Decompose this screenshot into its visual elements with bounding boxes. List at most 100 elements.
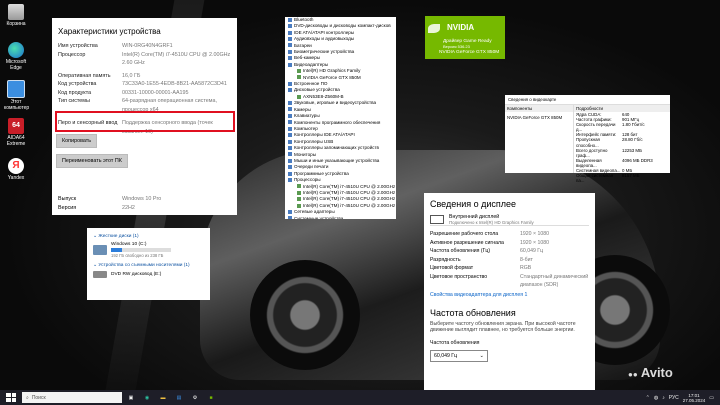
category-icon [288,81,292,86]
device-icon [297,197,301,202]
device-label: Встроенное ПО [294,81,328,87]
device-category[interactable]: Системные устройства [285,216,396,219]
chevron-down-icon: ⌄ [479,352,484,359]
detail-value: 4096 МБ DDR3 [622,157,653,163]
device-icon [297,75,301,80]
task-view-icon[interactable]: ▣ [124,392,138,403]
video-detail-row: Выделенная видеопа... 4096 МБ DDR3 [574,158,670,168]
spec-value: 00331-10000-00001-AA195 [122,89,189,96]
detail-value: 1920 × 1080 [520,239,549,246]
settings-taskbar-icon[interactable]: ⚙ [188,392,202,403]
volume-icon[interactable]: ♪ [662,395,665,401]
windows-specs-rows: Выпуск Windows 10 Pro Версия 22H2 [52,195,237,215]
dvd-name: DVD RW дисковод (E:) [111,272,162,277]
device-label: Очереди печати [294,164,329,170]
category-icon [288,37,292,41]
video-detail-row: Пропускная способно... 28.80 Гб/с [574,137,670,147]
drive-name: Windows 10 (C:) [111,242,147,247]
display-detail-row: Частота обновления (Гц) 60,049 Гц [424,247,595,256]
detail-key: Разрядность [430,256,461,263]
drive-free: 192 ГБ свободно из 238 ГБ [111,253,164,258]
drive-c[interactable]: Windows 10 (C:) 192 ГБ свободно из 238 Г… [87,239,210,261]
spec-value: WIN-0RG40N4GRF1 [122,43,173,49]
device-label: Intel(R) Core(TM) i7-4510U CPU @ 2.00GHz [303,189,396,195]
taskbar: ⌕ Поиск ▣ ◉ ▬ ▤ ⚙ ■ ⌃ ◍ ♪ РУС 17:01 27.05… [0,390,720,405]
category-icon [288,139,292,144]
spec-key: Оперативная память [58,72,111,79]
chevron-up-icon[interactable]: ⌃ [646,395,650,401]
video-info-title: Сведения о видеокарте [505,95,670,105]
desktop-icon-aida64[interactable]: 64 AIDA64 Extreme [4,118,28,147]
copy-button[interactable]: Копировать [56,134,98,148]
detail-value: 8-бит [520,256,533,263]
refresh-rate-select[interactable]: 60,049 Гц ⌄ [430,349,488,362]
watermark-text: Avito [640,365,673,380]
detail-key: Цветовое пространство [430,273,488,280]
desktop-icon-edge[interactable]: Microsoft Edge [4,42,28,71]
category-icon [288,30,292,35]
store-taskbar-icon[interactable]: ▤ [172,392,186,403]
video-card-info-window: Сведения о видеокарте Компоненты NVIDIA … [505,95,670,183]
spec-row: Процессор Intel(R) Core(TM) i7-4510U CPU … [52,51,237,68]
edge-taskbar-icon[interactable]: ◉ [140,392,154,403]
language-indicator[interactable]: РУС [669,395,679,401]
category-icon [288,24,292,29]
removable-section-header[interactable]: ⌄ Устройства со съемными носителями (1) [87,261,210,268]
nvidia-brand: NVIDIA [447,23,475,32]
rename-pc-button[interactable]: Переименовать этот ПК [56,154,128,168]
device-label: Биометрические устройства [294,49,355,55]
video-detail-row: Скорость передачи д... 1.80 Гбит/с [574,122,670,132]
category-icon [288,107,292,112]
search-box[interactable]: ⌕ Поиск [22,392,122,403]
recycle-bin-icon [8,4,24,20]
component-item[interactable]: NVIDIA GeForce GTX 850M [505,112,573,123]
start-button[interactable] [6,393,16,402]
device-label: Звуковые, игровые и видеоустройства [294,100,377,106]
display-detail-row: Разрешение рабочего стола 1920 × 1080 [424,230,595,239]
device-icon [297,190,301,195]
device-label: Сетевые адаптеры [294,209,335,215]
hdd-header-text: Жесткие диски (1) [98,234,139,239]
detail-key: Разрешение рабочего стола [430,231,499,237]
clock[interactable]: 17:01 27.05.2024 [683,393,706,403]
desktop-icon-label: Yandex [7,175,25,181]
category-icon [288,152,292,157]
device-label: AXN53E8-Z560M-B [303,93,344,99]
detail-value: Стандартный динамический диапазон (SDR) [520,273,589,289]
notifications-icon[interactable]: ▭ [709,395,714,401]
desktop-icon-yandex[interactable]: Я Yandex [4,158,28,181]
search-icon: ⌕ [26,394,29,401]
display-info-window: Сведения о дисплее Внутренний дисплей По… [424,193,595,390]
device-specs-title: Характеристики устройства [58,27,161,36]
network-icon[interactable]: ◍ [654,395,658,401]
spec-value: 73C33A0-1E55-4EDB-8B21-AA5872C3D41 [122,81,227,87]
drive-dvd[interactable]: DVD RW дисковод (E:) [87,268,210,281]
display-sub: Подключено к Intel(R) HD Graphics Family [449,219,534,225]
device-label: IDE ATA/ATAPI контроллеры [294,29,355,35]
spec-row: Версия 22H2 [52,204,237,213]
display-selector[interactable]: Внутренний дисплей Подключено к Intel(R)… [430,213,589,226]
wallpaper-wheel [250,260,360,370]
device-icon [297,203,301,208]
hdd-section-header[interactable]: ⌄ Жесткие диски (1) [87,228,210,239]
drive-usage-fill [111,248,123,252]
desktop-icon-computer[interactable]: Этот компьютер [4,80,30,111]
drive-icon [93,245,107,255]
display-info-title: Сведения о дисплее [430,199,517,209]
removable-header-text: Устройства со съемными носителями (1) [98,263,190,268]
explorer-taskbar-icon[interactable]: ▬ [156,392,170,403]
detail-value: RGB [520,265,532,271]
nvidia-banner: NVIDIA Драйвер Game Ready Версия 536.23 … [425,16,505,59]
desktop-icon-recycle-bin[interactable]: Корзина [4,4,28,27]
desktop-icon-label: Этот компьютер [4,99,30,111]
device-label: Видеоадаптеры [294,61,329,67]
detail-value: 12253 МБ [622,147,642,153]
avito-watermark: ●● Avito [628,365,673,380]
display-detail-row: Разрядность 8-бит [424,256,595,265]
refresh-rate-label: Частота обновления [430,339,480,346]
adapter-properties-link[interactable]: Свойства видеоадаптера для дисплея 1 [424,290,595,300]
category-icon [288,209,292,214]
nvidia-taskbar-icon[interactable]: ■ [204,392,218,403]
desktop-icon-label: Корзина [6,21,26,27]
device-label: Компоненты программного обеспечения [294,119,381,125]
